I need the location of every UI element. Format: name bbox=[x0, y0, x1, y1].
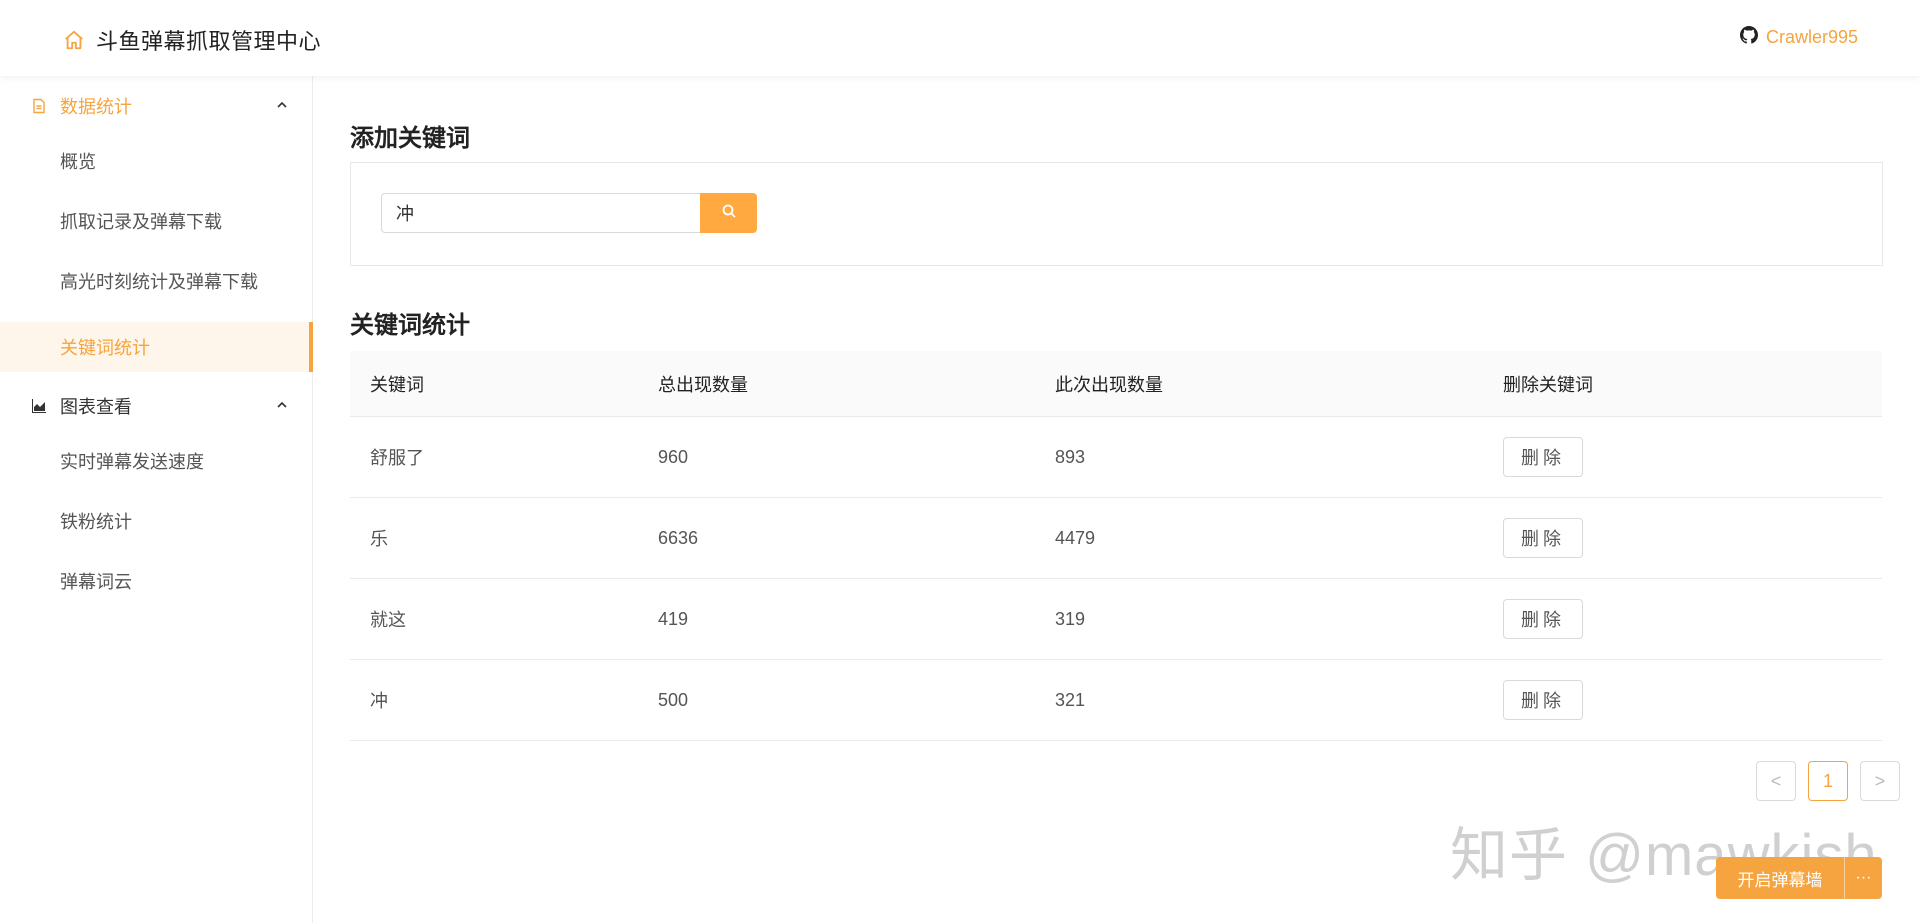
sidebar-item-overview[interactable]: 概览 bbox=[0, 136, 313, 186]
pagination: < 1 > bbox=[1744, 761, 1900, 801]
cell-current: 4479 bbox=[1055, 527, 1096, 548]
cell-current: 321 bbox=[1055, 689, 1086, 710]
chevron-up-icon bbox=[275, 98, 289, 112]
app-title: 斗鱼弹幕抓取管理中心 bbox=[96, 29, 322, 54]
table-row: 舒服了 960 893 删除 bbox=[350, 417, 1882, 498]
brand[interactable]: 斗鱼弹幕抓取管理中心 bbox=[62, 24, 321, 56]
col-total: 总出现数量 bbox=[658, 374, 748, 395]
chevron-up-icon bbox=[275, 398, 289, 412]
delete-button[interactable]: 删除 bbox=[1503, 437, 1583, 477]
sidebar-item-wordcloud[interactable]: 弹幕词云 bbox=[0, 556, 313, 606]
danmaku-wall-label: 开启弹幕墙 bbox=[1737, 870, 1823, 890]
cell-keyword: 就这 bbox=[370, 610, 406, 630]
cell-total: 960 bbox=[658, 446, 689, 467]
search-icon bbox=[721, 203, 737, 224]
next-page-button[interactable]: > bbox=[1860, 761, 1900, 801]
delete-button[interactable]: 删除 bbox=[1503, 680, 1583, 720]
add-keyword-title: 添加关键词 bbox=[350, 125, 470, 152]
table-row: 冲 500 321 删除 bbox=[350, 660, 1882, 741]
sidebar-item-highlights[interactable]: 高光时刻统计及弹幕下载 bbox=[0, 256, 313, 306]
prev-page-button[interactable]: < bbox=[1756, 761, 1796, 801]
more-icon[interactable]: ··· bbox=[1845, 869, 1882, 887]
add-keyword-card bbox=[350, 162, 1883, 266]
delete-button[interactable]: 删除 bbox=[1503, 599, 1583, 639]
github-icon bbox=[1739, 26, 1758, 49]
sidebar-group-data-stats[interactable]: 数据统计 bbox=[0, 76, 313, 136]
sidebar-item-crawl-records[interactable]: 抓取记录及弹幕下载 bbox=[0, 196, 313, 246]
delete-button[interactable]: 删除 bbox=[1503, 518, 1583, 558]
github-username: Crawler995 bbox=[1765, 27, 1858, 47]
sidebar-item-realtime-speed[interactable]: 实时弹幕发送速度 bbox=[0, 436, 313, 486]
cell-current: 893 bbox=[1055, 446, 1086, 467]
sidebar: 数据统计 概览 抓取记录及弹幕下载 高光时刻统计及弹幕下载 关键词统计 图表查看… bbox=[0, 76, 313, 923]
sidebar-item-fans[interactable]: 铁粉统计 bbox=[0, 496, 313, 546]
main-content: 添加关键词 关键词统计 关键词 总出现数量 此次出现数量 删除关键词 舒服了 9… bbox=[314, 76, 1920, 923]
cell-total: 419 bbox=[658, 608, 689, 629]
area-chart-icon bbox=[30, 397, 48, 415]
table-row: 乐 6636 4479 删除 bbox=[350, 498, 1882, 579]
top-header: 斗鱼弹幕抓取管理中心 Crawler995 bbox=[0, 0, 1920, 76]
keyword-table: 关键词 总出现数量 此次出现数量 删除关键词 舒服了 960 893 删除 乐 … bbox=[350, 351, 1882, 741]
col-current: 此次出现数量 bbox=[1055, 374, 1163, 395]
col-keyword: 关键词 bbox=[370, 374, 424, 395]
file-icon bbox=[30, 97, 48, 115]
keyword-input[interactable] bbox=[381, 193, 701, 233]
cell-total: 500 bbox=[658, 689, 689, 710]
table-row: 就这 419 319 删除 bbox=[350, 579, 1882, 660]
cell-keyword: 乐 bbox=[370, 529, 388, 549]
table-header: 关键词 总出现数量 此次出现数量 删除关键词 bbox=[350, 351, 1882, 417]
cell-keyword: 舒服了 bbox=[370, 448, 424, 468]
cell-total: 6636 bbox=[658, 527, 699, 548]
cell-keyword: 冲 bbox=[370, 691, 388, 711]
page-1-button[interactable]: 1 bbox=[1808, 761, 1848, 801]
sidebar-item-keyword-stats[interactable]: 关键词统计 bbox=[0, 322, 313, 372]
danmaku-wall-button[interactable]: 开启弹幕墙 ··· bbox=[1716, 857, 1882, 899]
sidebar-group-label: 图表查看 bbox=[60, 397, 132, 417]
search-button[interactable] bbox=[700, 193, 757, 233]
sidebar-group-charts[interactable]: 图表查看 bbox=[0, 376, 313, 436]
col-delete: 删除关键词 bbox=[1503, 374, 1593, 395]
keyword-stats-title: 关键词统计 bbox=[350, 312, 470, 339]
cell-current: 319 bbox=[1055, 608, 1086, 629]
sidebar-group-label: 数据统计 bbox=[60, 97, 132, 117]
github-link[interactable]: Crawler995 bbox=[1739, 26, 1858, 49]
home-icon bbox=[62, 28, 86, 52]
